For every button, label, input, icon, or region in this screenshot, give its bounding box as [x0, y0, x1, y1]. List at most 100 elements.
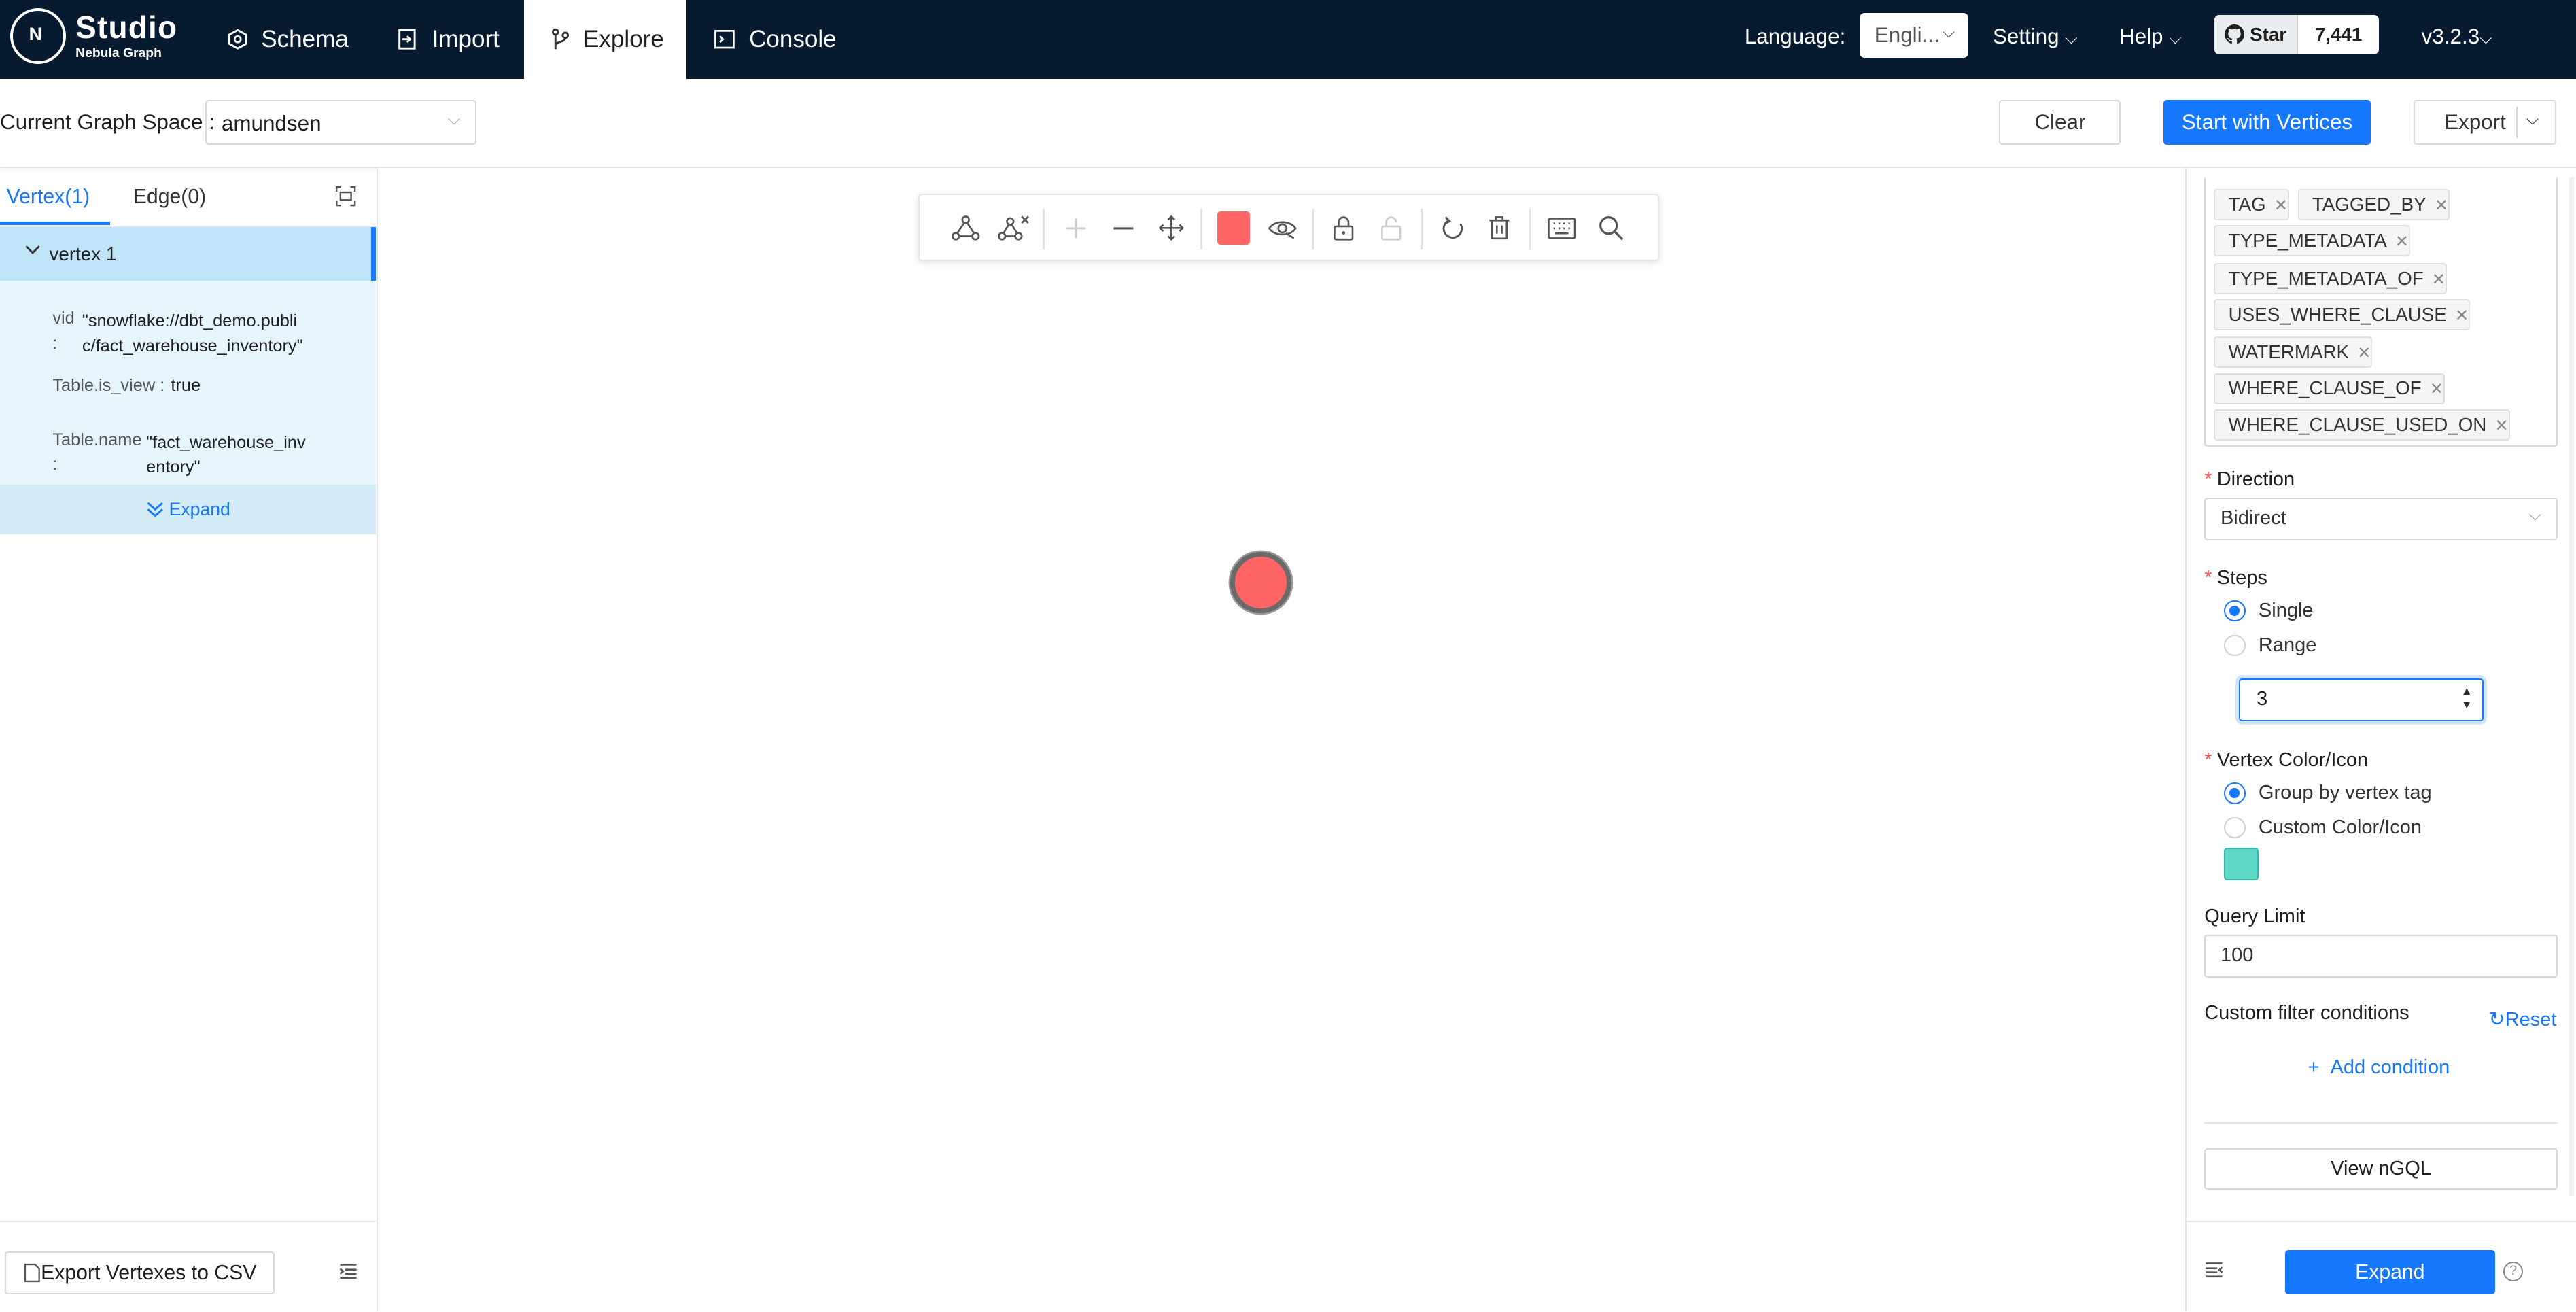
query-limit-input[interactable]: 100 — [2204, 935, 2558, 978]
close-icon[interactable]: ✕ — [2357, 344, 2371, 362]
graph-space-label: Current Graph Space : — [0, 109, 215, 134]
fit-view-icon[interactable] — [1155, 211, 1187, 244]
language-select[interactable]: Engli... ⌵ — [1860, 13, 1968, 58]
import-icon — [398, 29, 417, 50]
nav-schema[interactable]: Schema — [227, 0, 349, 79]
top-navbar: N Studio Nebula Graph Schema Import Expl… — [0, 0, 2576, 80]
fullscreen-icon[interactable] — [335, 186, 356, 207]
prop-key-is-view: Table.is_view : — [52, 376, 165, 396]
nav-import[interactable]: Import — [396, 0, 500, 79]
version-menu[interactable]: v3.2.3⌵ — [2422, 24, 2492, 49]
prop-sep: : — [52, 455, 58, 474]
detail-tabs: Vertex(1) Edge(0) — [0, 168, 377, 227]
custom-color-radio[interactable]: Custom Color/Icon — [2224, 816, 2422, 839]
prop-key-vid: vid — [52, 309, 75, 328]
steps-range-radio[interactable]: Range — [2224, 634, 2316, 657]
delete-edge-icon[interactable] — [997, 211, 1030, 244]
chevron-down-icon: ⌵ — [2065, 29, 2078, 48]
steps-single-radio[interactable]: Single — [2224, 600, 2314, 622]
export-dropdown[interactable]: Export ⌵ — [2413, 100, 2556, 145]
setting-menu[interactable]: Setting ⌵ — [1993, 24, 2078, 49]
graph-canvas[interactable] — [377, 167, 2185, 1311]
direction-label: * Direction — [2204, 468, 2295, 490]
nav-explore[interactable]: Explore — [524, 0, 687, 80]
custom-filter-label: Custom filter conditions — [2204, 1002, 2409, 1024]
delete-icon[interactable] — [1483, 211, 1516, 244]
export-vertexes-csv-button[interactable]: Export Vertexes to CSV — [5, 1251, 275, 1295]
close-icon[interactable]: ✕ — [2435, 196, 2448, 215]
clear-button[interactable]: Clear — [1999, 100, 2121, 145]
chevron-down-icon: ⌵ — [2528, 506, 2542, 524]
chevron-down-icon: ⌵ — [2479, 29, 2492, 48]
close-icon[interactable]: ✕ — [2432, 271, 2446, 289]
vertex-color-label: * Vertex Color/Icon — [2204, 749, 2369, 772]
help-icon[interactable]: ? — [2503, 1261, 2524, 1281]
close-icon[interactable]: ✕ — [2494, 417, 2508, 435]
steps-label: * Steps — [2204, 566, 2267, 589]
zoom-in-icon[interactable] — [1060, 211, 1092, 244]
nav-console[interactable]: Console — [713, 0, 837, 79]
prop-sep: : — [52, 333, 58, 353]
reload-icon: ↻ — [2488, 1008, 2505, 1031]
brand-sub: Nebula Graph — [75, 46, 162, 61]
help-menu[interactable]: Help ⌵ — [2119, 24, 2182, 49]
steps-input[interactable]: 3 ▲ ▼ — [2238, 678, 2484, 722]
color-swatch[interactable] — [2224, 848, 2259, 881]
edge-type-chip[interactable]: USES_WHERE_CLAUSE ✕ — [2214, 298, 2471, 330]
edge-type-chip[interactable]: TYPE_METADATA ✕ — [2214, 225, 2411, 257]
panel-scrollbar[interactable] — [2569, 177, 2575, 1196]
github-star-button[interactable]: Star 7,441 — [2214, 14, 2379, 54]
console-icon — [714, 30, 735, 49]
unlock-icon[interactable] — [1375, 211, 1408, 244]
add-edge-icon[interactable] — [950, 211, 982, 244]
tab-vertex[interactable]: Vertex(1) — [7, 186, 90, 209]
menu-fold-icon[interactable] — [338, 1263, 358, 1279]
chevron-down-icon: ⌵ — [2169, 29, 2182, 48]
vertex-item-header[interactable]: vertex 1 — [0, 226, 377, 281]
menu-unfold-icon[interactable] — [2204, 1262, 2224, 1278]
edge-type-chip[interactable]: WHERE_CLAUSE_OF ✕ — [2214, 373, 2445, 404]
add-condition-button[interactable]: + Add condition — [2308, 1056, 2450, 1079]
explore-header: Current Graph Space : amundsen ⌵ Clear St… — [0, 79, 2576, 168]
search-icon[interactable] — [1595, 211, 1627, 244]
start-with-vertices-button[interactable]: Start with Vertices — [2163, 100, 2371, 145]
stepper-icon[interactable]: ▲ ▼ — [2461, 685, 2473, 711]
keyboard-icon[interactable] — [1546, 211, 1578, 244]
edge-type-chip[interactable]: WATERMARK ✕ — [2214, 336, 2373, 368]
brand-name: Studio — [75, 10, 178, 46]
detail-panel: Vertex(1) Edge(0) vertex 1 vid : "snowfl… — [0, 167, 378, 1311]
close-icon[interactable]: ✕ — [2430, 380, 2443, 398]
prop-value-name: "fact_warehouse_inv entory" — [146, 433, 306, 477]
chevron-down-icon — [25, 245, 41, 255]
graph-vertex-node[interactable] — [1230, 552, 1291, 613]
hide-icon[interactable] — [1266, 211, 1299, 244]
expand-button[interactable]: Expand — [2284, 1249, 2495, 1295]
group-by-tag-radio[interactable]: Group by vertex tag — [2224, 782, 2432, 804]
lock-icon[interactable] — [1327, 211, 1360, 244]
plus-icon: + — [2308, 1056, 2320, 1079]
zoom-out-icon[interactable] — [1107, 211, 1140, 244]
edge-type-chip[interactable]: TAG ✕ — [2214, 188, 2289, 220]
left-footer: Export Vertexes to CSV — [0, 1220, 377, 1311]
direction-select[interactable]: Bidirect ⌵ — [2204, 498, 2558, 541]
star-count[interactable]: 7,441 — [2298, 15, 2378, 54]
close-icon[interactable]: ✕ — [2274, 196, 2288, 215]
edge-type-select[interactable]: TAG ✕ TAGGED_BY ✕ TYPE_METADATA ✕ TYPE_META… — [2204, 177, 2558, 447]
view-ngql-button[interactable]: View nGQL — [2204, 1148, 2558, 1190]
right-footer: Expand ? — [2186, 1220, 2576, 1311]
close-icon[interactable]: ✕ — [2455, 307, 2469, 325]
reset-link[interactable]: ↻Reset — [2488, 1007, 2556, 1031]
tab-edge[interactable]: Edge(0) — [133, 186, 206, 209]
double-chevron-down-icon — [147, 502, 163, 517]
prop-key-name: Table.name — [52, 430, 142, 450]
edge-type-chip[interactable]: TAGGED_BY ✕ — [2297, 188, 2450, 220]
studio-logo[interactable]: N Studio Nebula Graph — [10, 8, 178, 65]
edge-type-chip[interactable]: TYPE_METADATA_OF ✕ — [2214, 262, 2448, 294]
expand-settings-panel: TAG ✕ TAGGED_BY ✕ TYPE_METADATA ✕ TYPE_META… — [2185, 167, 2576, 1311]
edge-type-chip[interactable]: WHERE_CLAUSE_USED_ON ✕ — [2214, 409, 2510, 441]
close-icon[interactable]: ✕ — [2395, 232, 2409, 251]
undo-icon[interactable] — [1437, 211, 1469, 244]
node-color-icon[interactable] — [1217, 211, 1250, 245]
graph-space-select[interactable]: amundsen ⌵ — [205, 100, 476, 145]
vertex-expand-link[interactable]: Expand — [0, 485, 377, 534]
